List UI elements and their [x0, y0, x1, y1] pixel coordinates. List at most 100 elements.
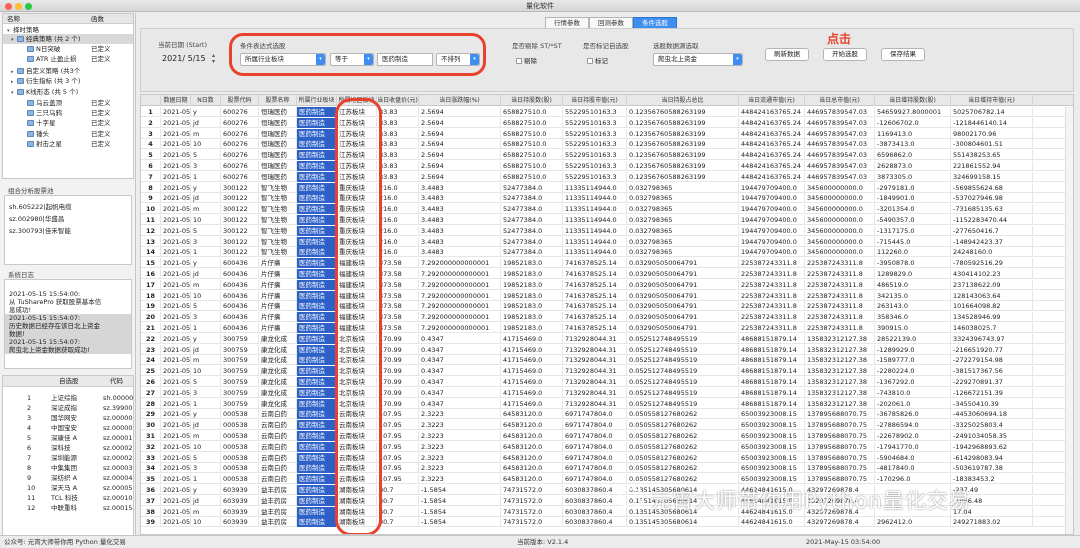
- watchlist-row[interactable]: 12 中联重科 sz.00015: [3, 503, 133, 513]
- save-results-button[interactable]: 保存结果: [881, 48, 925, 61]
- vertical-scrollbar[interactable]: [1065, 107, 1073, 534]
- table-row[interactable]: 212021-05-141600436片仔癀医药制造福建板块373.587.29…: [141, 323, 1073, 333]
- column-header[interactable]: 股票名称: [259, 95, 297, 106]
- source-select[interactable]: 爬虫北上资金 ▾: [653, 53, 743, 66]
- table-row[interactable]: 62021-05-143600276恒瑞医药医药制造江苏板块83.832.569…: [141, 161, 1073, 171]
- table-cell: 101664098.82: [951, 301, 1033, 312]
- table-cell: 2021-05-14: [163, 463, 191, 474]
- tree-item[interactable]: 射击之星 已定义: [3, 139, 133, 149]
- table-row[interactable]: 182021-05-1410600436片仔癀医药制造福建板块373.587.2…: [141, 290, 1073, 301]
- tree-item[interactable]: ▸ 自定义策略 (共3个: [3, 66, 133, 76]
- table-row[interactable]: 32021-05-14m600276恒瑞医药医药制造江苏板块83.832.569…: [141, 128, 1073, 139]
- pool-item[interactable]: sh.605222|起帆电缆: [5, 202, 131, 212]
- st-checkbox[interactable]: 剔除: [516, 55, 537, 65]
- tree-item[interactable]: ▾ 经典策略 (共 2 个): [3, 34, 133, 44]
- column-header[interactable]: 当日持股占总比: [627, 95, 739, 106]
- table-row[interactable]: 22021-05-14jd600276恒瑞医药医药制造江苏板块83.832.56…: [141, 117, 1073, 128]
- pool-item[interactable]: sz.002980|华盛昌: [5, 214, 131, 224]
- table-row[interactable]: 102021-05-14m300122智飞生物医药制造重庆板块216.03.44…: [141, 204, 1073, 215]
- minimize-window-icon[interactable]: [15, 3, 22, 10]
- column-header[interactable]: 当日收盘价(元): [377, 95, 419, 106]
- mark-checkbox[interactable]: 标记: [587, 55, 608, 65]
- column-header[interactable]: [141, 95, 161, 106]
- table-row[interactable]: 342021-05-143000538云南白药医药制造云南板块107.952.3…: [141, 463, 1073, 474]
- table-row[interactable]: 92021-05-14jd300122智飞生物医药制造重庆板块216.03.44…: [141, 193, 1073, 204]
- zoom-window-icon[interactable]: [25, 3, 32, 10]
- column-header[interactable]: 所属行业板块: [297, 95, 337, 106]
- table-row[interactable]: 162021-05-14jd600436片仔癀医药制造福建板块373.587.2…: [141, 269, 1073, 279]
- tree-item[interactable]: ▸ 衍生指标 (共 3 个): [3, 76, 133, 86]
- table-cell: 7132928044.31: [563, 355, 627, 366]
- table-row[interactable]: 72021-05-141600276恒瑞医药医药制造江苏板块83.832.569…: [141, 171, 1073, 182]
- table-row[interactable]: 202021-05-143600436片仔癀医药制造福建板块373.587.29…: [141, 312, 1073, 323]
- tree-item[interactable]: 三只乌鸦 已定义: [3, 108, 133, 118]
- watchlist-row[interactable]: 3 国华网安 sz.00000: [3, 413, 133, 423]
- pool-item[interactable]: sz.300793|佳禾智能: [5, 226, 131, 236]
- table-row[interactable]: 122021-05-145300122智飞生物医药制造重庆板块216.03.44…: [141, 225, 1073, 236]
- watchlist-row[interactable]: 4 中国宝安 sz.00000: [3, 423, 133, 433]
- tree-item[interactable]: N日突破 已定义: [3, 44, 133, 54]
- table-row[interactable]: 322021-05-1410000538云南白药医药制造云南板块107.952.…: [141, 441, 1073, 452]
- table-row[interactable]: 282021-05-141300759康龙化成医药制造北京板块170.990.4…: [141, 398, 1073, 409]
- column-header[interactable]: 当日持股市值(元): [563, 95, 627, 106]
- column-header[interactable]: 当日增持市值(元): [951, 95, 1033, 106]
- watchlist-row[interactable]: 1 上证综指 sh.00000: [3, 393, 133, 403]
- column-header[interactable]: 当日总市值(元): [805, 95, 875, 106]
- table-row[interactable]: 12021-05-14y600276恒瑞医药医药制造江苏板块83.832.569…: [141, 107, 1073, 117]
- table-row[interactable]: 332021-05-145000538云南白药医药制造云南板块107.952.3…: [141, 452, 1073, 463]
- column-header[interactable]: 数据日期: [161, 95, 191, 106]
- table-row[interactable]: 82021-05-14y300122智飞生物医药制造重庆板块216.03.448…: [141, 182, 1073, 193]
- watchlist-row[interactable]: 7 深圳能源 sz.00002: [3, 453, 133, 463]
- table-row[interactable]: 172021-05-14m600436片仔癀医药制造福建板块373.587.29…: [141, 279, 1073, 290]
- start-select-button[interactable]: 开始选股: [823, 48, 867, 61]
- refresh-data-button[interactable]: 刷新数据: [765, 48, 809, 61]
- table-cell: 52477384.0: [501, 182, 563, 193]
- date-input[interactable]: 2021/ 5/15: [158, 53, 220, 66]
- watchlist-row[interactable]: 11 TCL 科技 sz.00010: [3, 493, 133, 503]
- column-header[interactable]: 当日涨跌幅(%): [419, 95, 501, 106]
- watchlist-row[interactable]: 5 深康佳 A sz.00001: [3, 433, 133, 443]
- table-cell: 430414102.23: [951, 269, 1033, 279]
- table-row[interactable]: 42021-05-1410600276恒瑞医药医药制造江苏板块83.832.56…: [141, 139, 1073, 150]
- table-row[interactable]: 242021-05-14m300759康龙化成医药制造北京板块170.990.4…: [141, 355, 1073, 366]
- table-row[interactable]: 52021-05-145600276恒瑞医药医药制造江苏板块83.832.569…: [141, 150, 1073, 161]
- table-cell: 486519.0: [875, 279, 951, 290]
- watchlist-row[interactable]: 9 深纺织 A sz.00004: [3, 473, 133, 483]
- column-header[interactable]: N日数: [191, 95, 221, 106]
- table-row[interactable]: 222021-05-14y300759康龙化成医药制造北京板块170.990.4…: [141, 333, 1073, 344]
- table-row[interactable]: 262021-05-145300759康龙化成医药制造北京板块170.990.4…: [141, 377, 1073, 387]
- table-cell: 7.292000000000001: [419, 312, 501, 323]
- table-row[interactable]: 132021-05-143300122智飞生物医药制造重庆板块216.03.44…: [141, 236, 1073, 247]
- watchlist-row[interactable]: 2 深证成指 sz.39900: [3, 403, 133, 413]
- table-row[interactable]: 112021-05-1410300122智飞生物医药制造重庆板块216.03.4…: [141, 215, 1073, 225]
- table-row[interactable]: 392021-05-1410603939益丰药房医药制造湖南板块80.7-1.5…: [141, 517, 1073, 528]
- tree-item[interactable]: ATR 止盈止损 已定义: [3, 54, 133, 64]
- table-cell: 345600000000.0: [805, 215, 875, 225]
- table-cell: 31: [141, 431, 161, 441]
- table-row[interactable]: 272021-05-143300759康龙化成医药制造北京板块170.990.4…: [141, 387, 1073, 398]
- watchlist-row[interactable]: 10 深天马 A sz.00005: [3, 483, 133, 493]
- close-window-icon[interactable]: [5, 3, 12, 10]
- table-row[interactable]: 252021-05-1410300759康龙化成医药制造北京板块170.990.…: [141, 366, 1073, 377]
- column-header[interactable]: 当日流通市值(元): [739, 95, 805, 106]
- table-row[interactable]: 152021-05-14y600436片仔癀医药制造福建板块373.587.29…: [141, 258, 1073, 269]
- table-row[interactable]: 232021-05-14jd300759康龙化成医药制造北京板块170.990.…: [141, 344, 1073, 355]
- table-row[interactable]: 312021-05-14m000538云南白药医药制造云南板块107.952.3…: [141, 431, 1073, 441]
- column-header[interactable]: 当日持股数(股): [501, 95, 563, 106]
- watchlist-row[interactable]: 6 深科技 sz.00002: [3, 443, 133, 453]
- tree-item[interactable]: ▾ K线形态 (共 5 个): [3, 87, 133, 97]
- table-row[interactable]: 352021-05-141000538云南白药医药制造云南板块107.952.3…: [141, 474, 1073, 485]
- column-header[interactable]: 股票代码: [221, 95, 259, 106]
- table-cell: 300759: [221, 377, 259, 387]
- column-header[interactable]: 当日增持股数(股): [875, 95, 951, 106]
- date-stepper-icon[interactable]: ▴ ▾: [212, 53, 215, 65]
- tree-item[interactable]: 乌云盖顶 已定义: [3, 98, 133, 108]
- table-row[interactable]: 192021-05-145600436片仔癀医药制造福建板块373.587.29…: [141, 301, 1073, 312]
- table-cell: m: [191, 279, 221, 290]
- tree-item[interactable]: 十字星 已定义: [3, 118, 133, 128]
- tree-item[interactable]: 锤头 已定义: [3, 129, 133, 139]
- watchlist-row[interactable]: 8 中集集团 sz.00003: [3, 463, 133, 473]
- table-row[interactable]: 142021-05-141300122智飞生物医药制造重庆板块216.03.44…: [141, 247, 1073, 258]
- table-row[interactable]: 292021-05-14y000538云南白药医药制造云南板块107.952.3…: [141, 409, 1073, 420]
- table-row[interactable]: 302021-05-14jd000538云南白药医药制造云南板块107.952.…: [141, 420, 1073, 431]
